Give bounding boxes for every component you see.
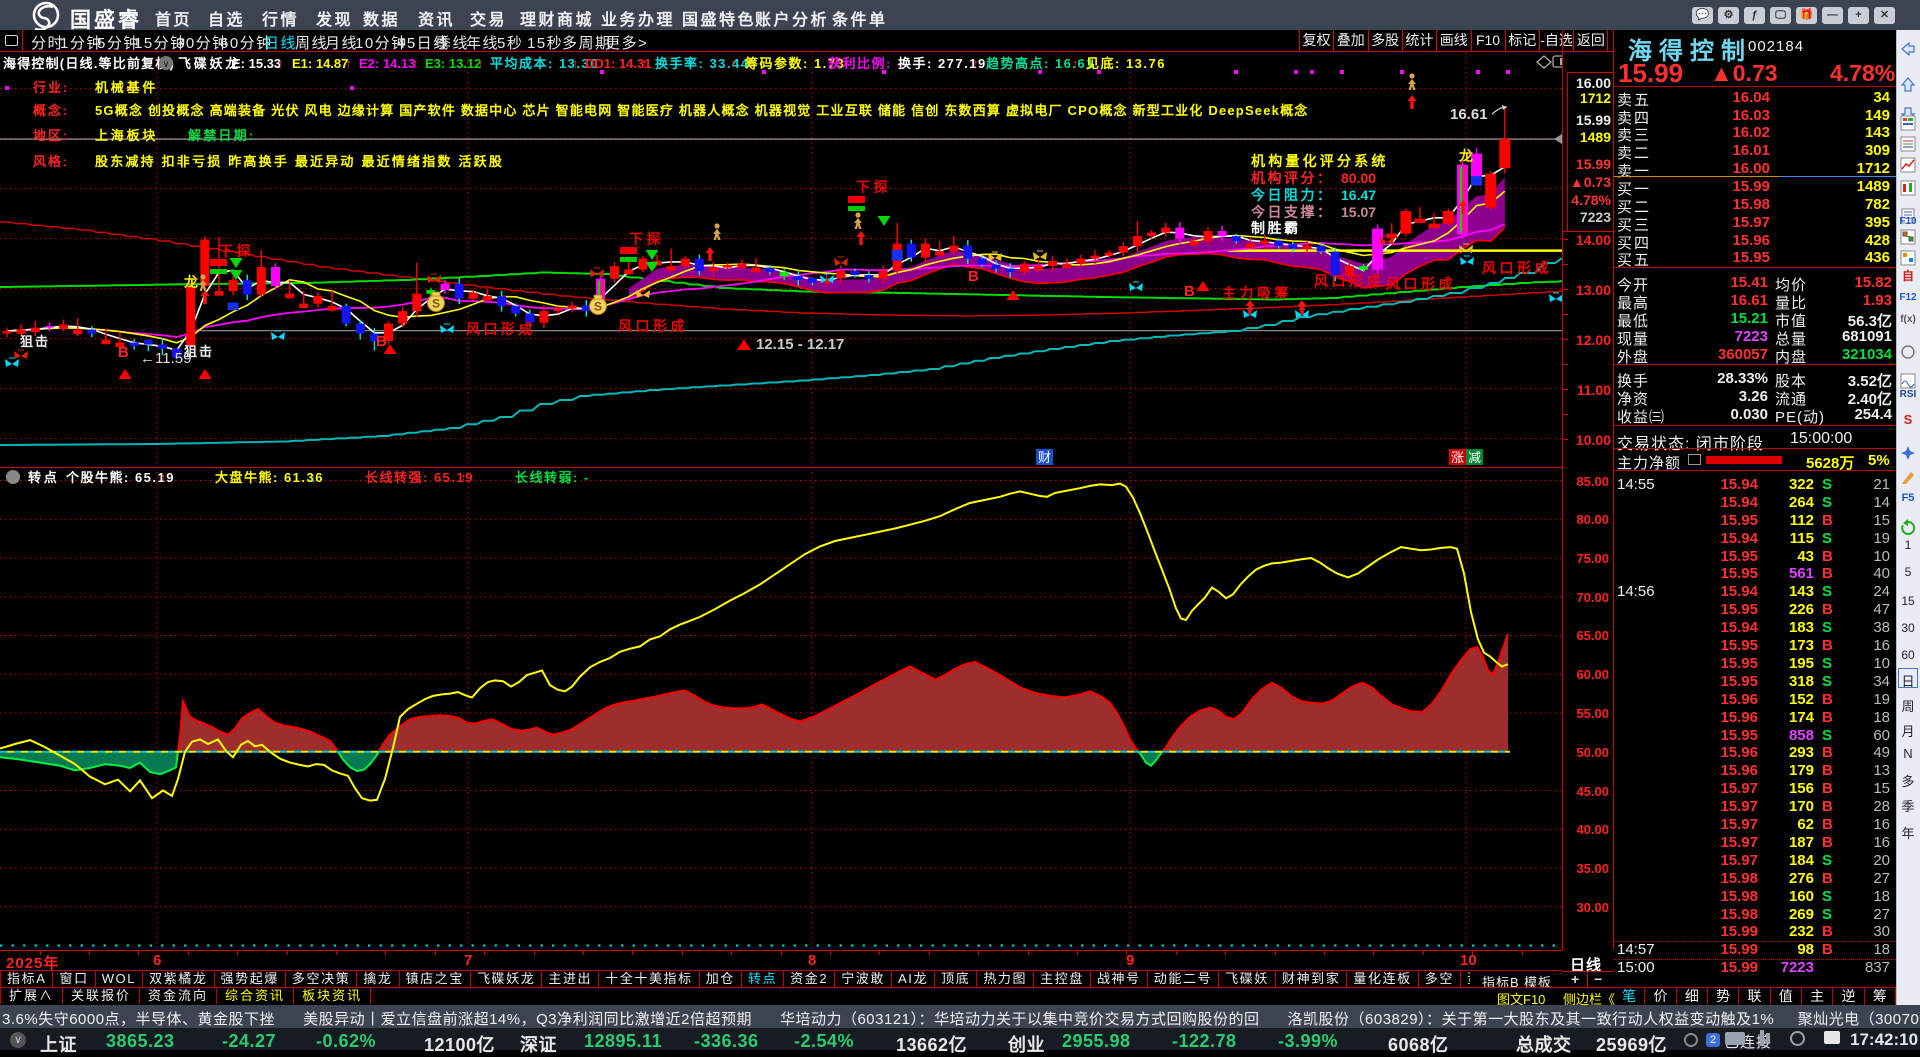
svg-text:E2: 14.13: E2: 14.13 — [359, 56, 415, 71]
svg-text:↑: ↑ — [345, 56, 352, 71]
svg-text:12.15 - 12.17: 12.15 - 12.17 — [756, 336, 844, 353]
svg-text:↑: ↑ — [277, 56, 284, 71]
svg-text:获利比例: -: 获利比例: - — [828, 56, 903, 71]
svg-text:机构量化评分系统: 机构量化评分系统 — [1251, 153, 1389, 169]
svg-text:风口形成: 风口形成 — [1314, 273, 1384, 289]
svg-text:地区:: 地区: — [33, 128, 69, 143]
svg-text:B: B — [1184, 283, 1195, 300]
svg-text:B: B — [118, 344, 129, 361]
svg-text:大盘牛熊: 61.36: 大盘牛熊: 61.36 — [215, 470, 324, 485]
svg-text:↓: ↓ — [310, 470, 317, 485]
svg-text:趋势高点: 16.61: 趋势高点: 16.61 — [986, 56, 1095, 71]
svg-text:↑: ↑ — [572, 56, 579, 71]
svg-text:E1: 14.87: E1: 14.87 — [292, 56, 348, 71]
svg-text:←11.59: ←11.59 — [140, 350, 191, 367]
svg-text:涨: 涨 — [1451, 450, 1464, 465]
svg-text:风口形成: 风口形成 — [618, 318, 688, 334]
svg-text:减: 减 — [1468, 450, 1481, 465]
svg-text:15.07: 15.07 — [1341, 204, 1376, 220]
svg-text:机构评分：: 机构评分： — [1251, 170, 1334, 186]
svg-text:下探: 下探 — [219, 243, 254, 259]
svg-text:财: 财 — [1038, 450, 1051, 465]
svg-text:个股牛熊: 65.19: 个股牛熊: 65.19 — [65, 470, 175, 485]
svg-text:↑: ↑ — [460, 470, 467, 485]
svg-text:风口形成: 风口形成 — [466, 321, 536, 337]
svg-text:转点: 转点 — [28, 470, 60, 485]
svg-text:上海板块: 上海板块 — [95, 128, 158, 143]
svg-text:龙: 龙 — [1458, 148, 1473, 164]
svg-text:↑: ↑ — [160, 470, 167, 485]
svg-text:解禁日期:: 解禁日期: — [187, 128, 255, 143]
svg-text:S: S — [594, 300, 602, 314]
svg-text:16.47: 16.47 — [1341, 187, 1376, 203]
svg-text:16.61: 16.61 — [1450, 106, 1488, 123]
svg-text:∨: ∨ — [162, 59, 169, 70]
svg-text:今日支撑：: 今日支撑： — [1250, 204, 1334, 220]
svg-text:↑: ↑ — [641, 56, 648, 71]
svg-text:B: B — [376, 333, 387, 350]
svg-text:海得控制(日线.等比前复权): 海得控制(日线.等比前复权) — [3, 56, 175, 71]
svg-text:B: B — [968, 268, 979, 285]
svg-text:E: 15.33: E: 15.33 — [232, 56, 281, 71]
svg-text:见底: 13.76: 见底: 13.76 — [1086, 56, 1166, 71]
svg-text:长线转弱: -: 长线转弱: - — [515, 470, 590, 485]
svg-text:风口形成: 风口形成 — [1482, 260, 1552, 276]
svg-text:制胜霸: 制胜霸 — [1251, 220, 1301, 236]
svg-text:5G概念 创投概念 高端装备 光伏 风电 边缘计算 国产软件: 5G概念 创投概念 高端装备 光伏 风电 边缘计算 国产软件 数据中心 芯片 智… — [95, 103, 1309, 118]
svg-text:↑: ↑ — [972, 56, 979, 71]
svg-text:长线转强: 65.19: 长线转强: 65.19 — [365, 470, 474, 485]
svg-text:狙击: 狙击 — [20, 334, 50, 349]
svg-text:↑: ↑ — [730, 56, 737, 71]
svg-text:龙: 龙 — [183, 274, 198, 290]
svg-text:主力吸筹: 主力吸筹 — [1222, 285, 1292, 301]
svg-text:↑: ↑ — [1072, 56, 1079, 71]
svg-text:行业:: 行业: — [32, 80, 69, 95]
svg-text:E3: 13.12: E3: 13.12 — [425, 56, 481, 71]
svg-text:股东减持 扣非亏损 昨高换手 最近异动 最近情绪指数 活跃股: 股东减持 扣非亏损 昨高换手 最近异动 最近情绪指数 活跃股 — [95, 154, 504, 169]
svg-text:风口形成: 风口形成 — [1386, 276, 1456, 292]
svg-text:↑: ↑ — [477, 56, 484, 71]
svg-text:↑: ↑ — [412, 56, 419, 71]
svg-text:今日阻力：: 今日阻力： — [1250, 187, 1334, 203]
svg-text:概念:: 概念: — [33, 103, 69, 118]
svg-text:平均成本: 13.30: 平均成本: 13.30 — [490, 56, 599, 71]
svg-text:下探: 下探 — [629, 231, 664, 247]
svg-text:机械基件: 机械基件 — [95, 80, 158, 95]
svg-text:S: S — [432, 297, 440, 311]
svg-text:风格:: 风格: — [33, 154, 69, 169]
svg-text:80.00: 80.00 — [1341, 170, 1376, 186]
svg-text:下探: 下探 — [856, 179, 891, 195]
